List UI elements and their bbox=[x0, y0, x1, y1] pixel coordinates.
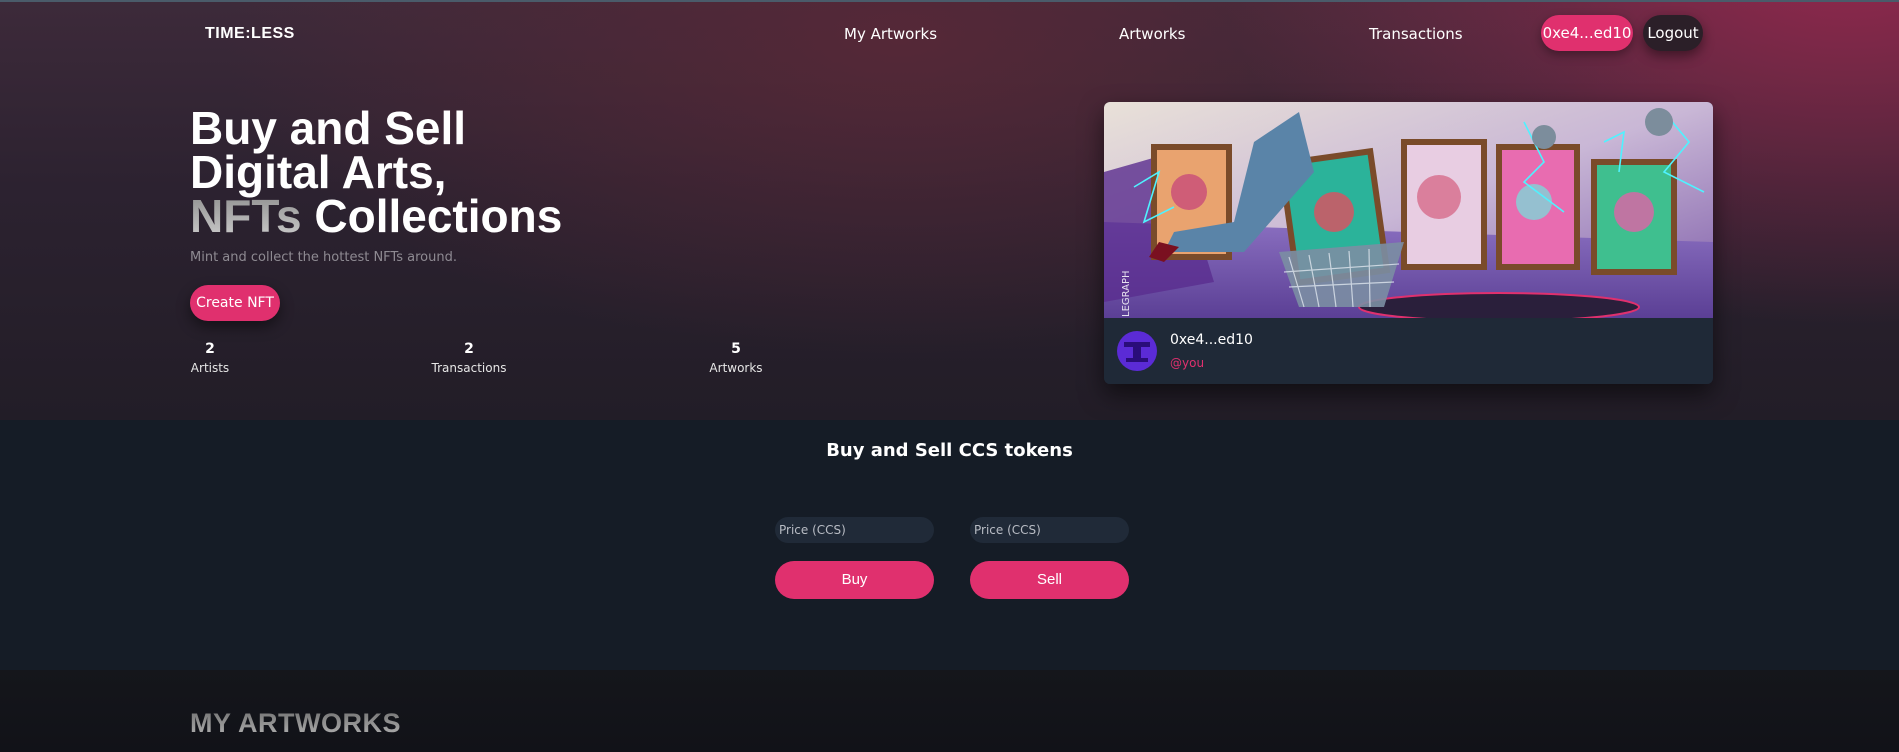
sell-button[interactable]: Sell bbox=[970, 561, 1129, 599]
hero-section: TIME:LESS My Artworks Artworks Transacti… bbox=[0, 0, 1899, 420]
card-footer: 0xe4...ed10 @you bbox=[1104, 318, 1713, 384]
wallet-address-button[interactable]: 0xe4...ed10 bbox=[1541, 15, 1633, 51]
owner-handle: @you bbox=[1170, 356, 1205, 370]
stat-value: 2 bbox=[205, 341, 215, 357]
stat-artworks: 5 Artworks bbox=[709, 341, 763, 375]
hero-title-highlight: NFTs bbox=[190, 190, 302, 242]
image-watermark: LEGRAPH bbox=[1121, 270, 1132, 317]
stat-artists: 2 Artists bbox=[190, 341, 230, 375]
tokens-title: Buy and Sell CCS tokens bbox=[826, 440, 1073, 461]
nav-artworks[interactable]: Artworks bbox=[1119, 25, 1185, 43]
create-nft-button[interactable]: Create NFT bbox=[190, 285, 280, 321]
stat-label: Artists bbox=[190, 361, 230, 375]
nav-my-artworks[interactable]: My Artworks bbox=[844, 25, 937, 43]
hero-title: Buy and Sell Digital Arts, NFTs Collecti… bbox=[190, 105, 562, 239]
sell-price-input[interactable] bbox=[970, 517, 1129, 543]
my-artworks-section: MY ARTWORKS bbox=[0, 670, 1899, 752]
featured-nft-card[interactable]: LEGRAPH 0xe4...ed10 @you bbox=[1104, 102, 1713, 384]
hero-title-rest: Collections bbox=[301, 190, 563, 242]
site-logo[interactable]: TIME:LESS bbox=[205, 25, 295, 43]
owner-address[interactable]: 0xe4...ed10 bbox=[1170, 332, 1253, 348]
nav-transactions[interactable]: Transactions bbox=[1369, 25, 1463, 43]
stat-label: Artworks bbox=[709, 361, 763, 375]
buy-price-input[interactable] bbox=[775, 517, 934, 543]
featured-artwork-image: LEGRAPH bbox=[1104, 102, 1713, 318]
buy-button[interactable]: Buy bbox=[775, 561, 934, 599]
owner-avatar-icon bbox=[1117, 331, 1157, 371]
hero-subtitle: Mint and collect the hottest NFTs around… bbox=[190, 250, 457, 265]
stat-transactions: 2 Transactions bbox=[430, 341, 508, 375]
stat-value: 5 bbox=[731, 341, 741, 357]
my-artworks-title: MY ARTWORKS bbox=[190, 708, 401, 738]
token-exchange-section: Buy and Sell CCS tokens Buy Sell bbox=[0, 420, 1899, 670]
logout-button[interactable]: Logout bbox=[1643, 15, 1703, 51]
top-border bbox=[0, 0, 1899, 2]
stat-label: Transactions bbox=[431, 361, 507, 375]
stat-value: 2 bbox=[464, 341, 474, 357]
